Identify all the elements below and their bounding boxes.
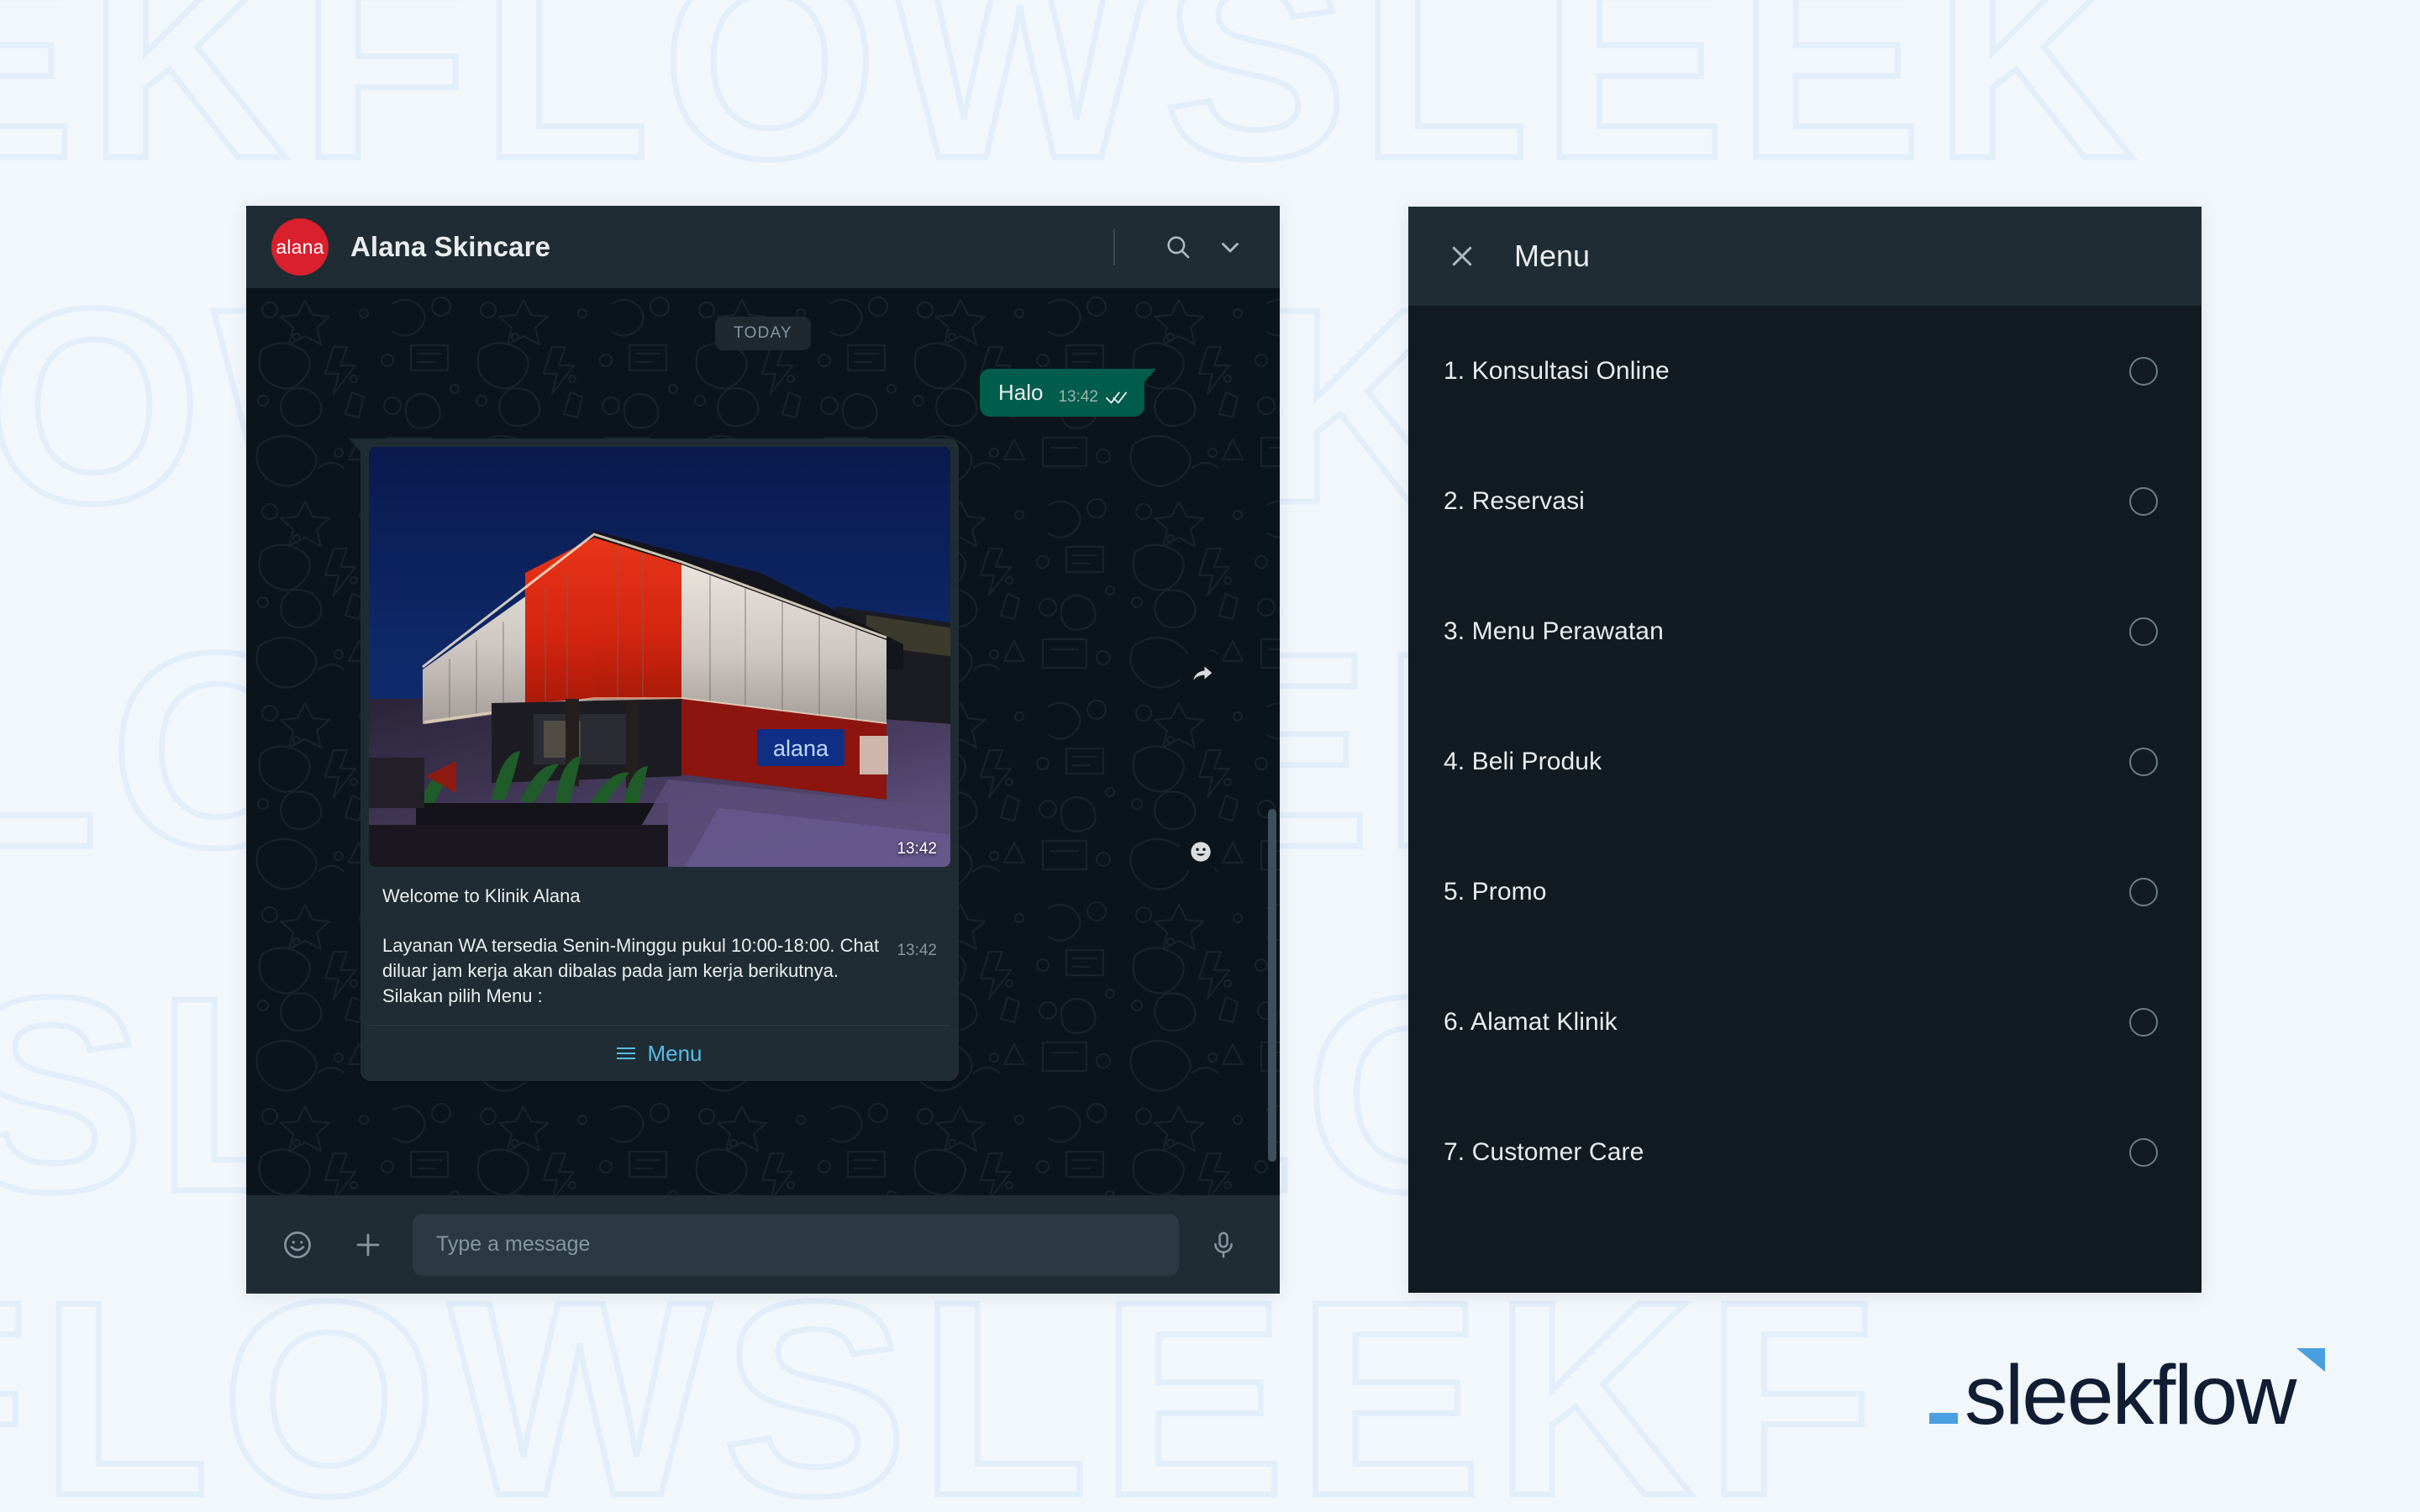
message-title: Welcome to Klinik Alana [382,885,581,906]
menu-option-1[interactable]: 1. Konsultasi Online [1408,306,2202,436]
message-paragraph: 13:42 Layanan WA tersedia Senin-Minggu p… [382,933,937,1008]
message-row-outgoing: Halo 13:42 [276,369,1249,417]
search-icon[interactable] [1152,221,1204,273]
message-input-placeholder: Type a message [436,1232,591,1256]
chat-scroll-container: TODAY Halo 13:42 alana 13:42 Welcome to … [246,288,1280,1195]
chat-scrollbar[interactable] [1268,809,1276,1162]
radio-button-icon[interactable] [2129,1137,2158,1167]
clinic-building-photo: alana [369,446,950,867]
forward-arrow-glyph [1193,666,1213,680]
menu-option-label: 7. Customer Care [1444,1137,1644,1166]
menu-option-label: 6. Alamat Klinik [1444,1007,1618,1036]
close-icon[interactable] [1447,241,1477,271]
menu-option-5[interactable]: 5. Promo [1408,827,2202,957]
chat-header: alana Alana Skincare [246,206,1280,288]
watermark-row: KFLOWSLEEKF [0,1243,1887,1512]
header-divider [1113,228,1115,265]
message-bubble-incoming[interactable]: alana 13:42 Welcome to Klinik Alana 13:4… [349,438,959,1082]
page-root: EKFLOWSLEEK KFLOWSLEEKF FLOWSLEEKFL LOWS… [0,0,2420,1512]
avatar-label: alana [276,235,324,258]
menu-option-2[interactable]: 2. Reservasi [1408,436,2202,566]
emoji-smiley-icon[interactable] [271,1219,324,1271]
menu-option-label: 5. Promo [1444,877,1547,906]
react-emoji-icon[interactable] [1179,830,1223,874]
avatar[interactable]: alana [271,218,329,276]
menu-options-list: 1. Konsultasi Online 2. Reservasi 3. Men… [1408,306,2202,1217]
chevron-down-icon[interactable] [1204,221,1256,273]
radio-button-icon[interactable] [2129,617,2158,646]
whatsapp-chat-window: alana Alana Skincare TODAY Halo 13:42 al… [246,206,1280,1294]
menu-option-7[interactable]: 7. Customer Care [1408,1087,2202,1217]
svg-text:alana: alana [773,736,829,761]
message-body: Welcome to Klinik Alana 13:42 Layanan WA… [369,867,950,1014]
menu-list-panel: Menu 1. Konsultasi Online 2. Reservasi 3… [1408,207,2202,1293]
chat-message-area: TODAY Halo 13:42 alana 13:42 Welcome to … [246,288,1280,1195]
day-divider: TODAY [276,317,1249,350]
menu-option-4[interactable]: 4. Beli Produk [1408,696,2202,827]
radio-button-icon[interactable] [2129,356,2158,386]
radio-button-icon[interactable] [2129,877,2158,906]
radio-button-icon[interactable] [2129,1007,2158,1037]
logo-triangle-accent [2296,1348,2326,1372]
menu-option-3[interactable]: 3. Menu Perawatan [1408,566,2202,696]
chat-header-actions [1113,221,1256,273]
image-timestamp: 13:42 [897,839,937,858]
microphone-icon[interactable] [1197,1219,1249,1271]
plus-icon[interactable] [342,1219,394,1271]
menu-option-label: 3. Menu Perawatan [1444,617,1664,645]
message-paragraph-text: Layanan WA tersedia Senin-Minggu pukul 1… [382,935,880,1006]
menu-option-6[interactable]: 6. Alamat Klinik [1408,957,2202,1087]
sleekflow-logo: sleekflow [1929,1348,2326,1442]
message-meta: 13:42 [1058,388,1128,407]
menu-panel-header: Menu [1408,207,2202,306]
day-divider-label: TODAY [715,317,811,350]
forward-icon[interactable] [1179,649,1226,696]
logo-underscore-mark [1929,1413,1958,1424]
menu-option-label: 1. Konsultasi Online [1444,356,1670,385]
message-text: Halo [997,380,1044,405]
emoji-smiley-glyph [1191,842,1211,862]
message-time: 13:42 [1058,387,1098,406]
menu-option-label: 2. Reservasi [1444,486,1585,515]
watermark-row: EKFLOWSLEEK [0,0,2146,216]
radio-button-icon[interactable] [2129,747,2158,776]
message-composer: Type a message [246,1195,1280,1294]
menu-option-label: 4. Beli Produk [1444,747,1602,775]
message-image[interactable]: alana 13:42 [369,446,950,867]
hamburger-icon [617,1047,636,1060]
read-receipt-double-check-icon [1106,391,1128,403]
message-row-incoming: alana 13:42 Welcome to Klinik Alana 13:4… [276,438,1249,1082]
radio-button-icon[interactable] [2129,486,2158,516]
contact-name: Alana Skincare [350,231,551,262]
logo-wordmark: sleekflow [1965,1348,2296,1442]
menu-panel-title: Menu [1514,239,1591,273]
menu-action-button[interactable]: Menu [369,1026,950,1081]
menu-action-label: Menu [647,1040,702,1066]
message-bubble-outgoing[interactable]: Halo 13:42 [979,369,1157,417]
message-input[interactable]: Type a message [413,1213,1179,1276]
message-time: 13:42 [897,942,937,960]
